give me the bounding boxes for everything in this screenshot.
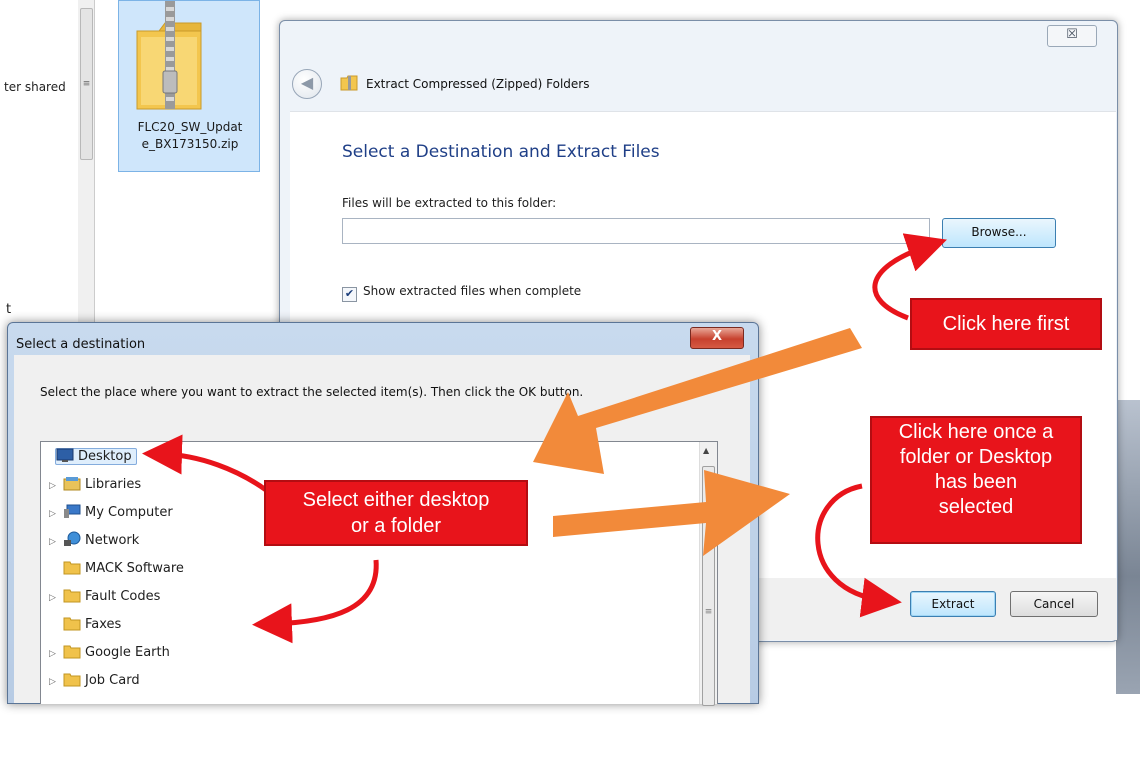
tree-item-label: Job Card: [85, 673, 140, 688]
cancel-button[interactable]: Cancel: [1010, 591, 1098, 617]
dialog-title: Select a destination: [16, 337, 146, 352]
callout-line: folder or Desktop: [899, 446, 1053, 468]
callout-click-extract: Click here once a folder or Desktop has …: [870, 416, 1082, 544]
destination-path-input[interactable]: [342, 218, 930, 244]
selected-item-highlight[interactable]: Desktop: [55, 448, 137, 465]
expand-arrow-icon[interactable]: ▷: [49, 531, 63, 553]
expand-arrow-icon[interactable]: ▷: [49, 643, 63, 665]
navigation-scrollbar[interactable]: ≡: [78, 0, 95, 330]
callout-line: selected: [938, 496, 1014, 518]
dialog-close-button[interactable]: X: [690, 327, 744, 349]
show-files-option[interactable]: ✔ Show extracted files when complete: [342, 284, 581, 302]
dialog-instruction: Select the place where you want to extra…: [40, 385, 584, 399]
browse-button[interactable]: Browse...: [942, 218, 1056, 248]
expand-arrow-icon[interactable]: ▷: [49, 475, 63, 497]
zip-folder-icon: [340, 75, 358, 91]
tree-item-label: Libraries: [85, 477, 142, 492]
navigation-pane: ter shared t: [0, 0, 79, 330]
nav-item-label[interactable]: ter shared: [4, 80, 76, 94]
back-arrow-icon[interactable]: ◀: [292, 69, 322, 99]
folder-icon: [63, 561, 81, 575]
extract-button[interactable]: Extract: [910, 591, 996, 617]
callout-click-first: Click here first: [910, 298, 1102, 350]
tree-item[interactable]: ▷ Fault Codes: [49, 586, 160, 608]
wizard-close-button[interactable]: ☒: [1047, 25, 1097, 47]
scroll-up-icon[interactable]: ▲: [703, 446, 709, 455]
tree-item-label: My Computer: [85, 505, 173, 520]
tree-item-label: Google Earth: [85, 645, 170, 660]
nav-item-letter: t: [6, 302, 12, 317]
tree-item[interactable]: ▷ Network: [49, 530, 139, 552]
computer-icon: [64, 504, 81, 518]
tree-item-label: Desktop: [78, 449, 132, 464]
show-files-checkbox[interactable]: ✔: [342, 287, 357, 302]
folder-icon: [63, 645, 81, 659]
path-label: Files will be extracted to this folder:: [342, 196, 557, 210]
zip-file-label: FLC20_SW_Updat e_BX173150.zip: [119, 119, 261, 153]
tree-item[interactable]: MACK Software: [49, 558, 184, 580]
wizard-heading: Select a Destination and Extract Files: [342, 142, 660, 162]
zipped-folder-icon: [136, 1, 202, 110]
wizard-title: Extract Compressed (Zipped) Folders: [366, 77, 590, 91]
zip-label-line: FLC20_SW_Updat: [137, 120, 243, 134]
callout-line: Click here once a: [898, 421, 1054, 443]
callout-line: Select either desktop: [302, 489, 490, 511]
callout-select-folder: Select either desktop or a folder: [264, 480, 528, 546]
zip-label-line: e_BX173150.zip: [141, 137, 239, 151]
scrollbar-thumb[interactable]: ≡: [80, 8, 93, 160]
tree-item-label: Faxes: [85, 617, 122, 632]
expand-arrow-icon[interactable]: ▷: [49, 503, 63, 525]
tree-item[interactable]: Desktop: [41, 446, 137, 468]
tree-item-label: Fault Codes: [85, 589, 161, 604]
network-icon: [64, 531, 81, 546]
zip-file-item[interactable]: FLC20_SW_Updat e_BX173150.zip: [118, 0, 260, 172]
callout-line: or a folder: [350, 515, 442, 537]
expand-arrow-icon[interactable]: ▷: [49, 671, 63, 693]
folder-icon: [63, 589, 81, 603]
expand-arrow-icon[interactable]: ▷: [49, 587, 63, 609]
tree-item[interactable]: ▷ Libraries: [49, 474, 141, 496]
tree-item[interactable]: ▷ My Computer: [49, 502, 173, 524]
desktop-icon: [56, 448, 74, 462]
tree-item[interactable]: ▷ Job Card: [49, 670, 140, 692]
tree-item-label: Network: [85, 533, 140, 548]
show-files-label: Show extracted files when complete: [363, 284, 582, 298]
callout-line: has been: [934, 471, 1018, 493]
tree-item-label: MACK Software: [85, 561, 184, 576]
scrollbar-thumb[interactable]: ≡: [702, 466, 715, 706]
folder-icon: [63, 673, 81, 687]
libraries-icon: [63, 477, 81, 491]
tree-item[interactable]: ▷ Google Earth: [49, 642, 170, 664]
folder-icon: [63, 617, 81, 631]
tree-scrollbar[interactable]: ▲ ≡: [699, 442, 717, 706]
tree-item[interactable]: Faxes: [49, 614, 121, 636]
desktop-background: [1116, 400, 1140, 694]
